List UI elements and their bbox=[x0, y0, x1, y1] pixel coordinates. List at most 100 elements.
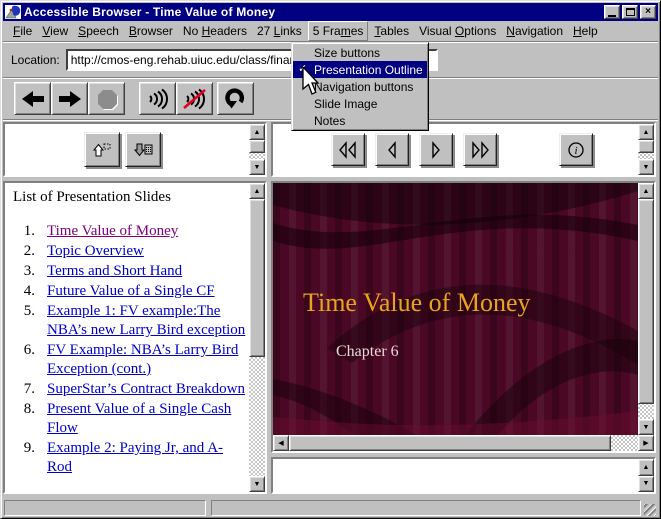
up-arrow-icon: ▲ bbox=[643, 464, 650, 471]
slide-link[interactable]: Terms and Short Hand bbox=[47, 262, 182, 281]
close-button[interactable]: × bbox=[640, 5, 656, 19]
scroll-down-button[interactable]: ▼ bbox=[638, 476, 654, 493]
first-slide-button[interactable] bbox=[331, 133, 365, 166]
slide-link[interactable]: Time Value of Money bbox=[47, 222, 178, 241]
list-item: 6.FV Example: NBA’s Larry Bird Exception… bbox=[13, 341, 247, 379]
menu-item-links[interactable]: 27 Links bbox=[253, 22, 306, 40]
slide-list: 1.Time Value of Money 2.Topic Overview 3… bbox=[13, 222, 247, 477]
status-panel-left bbox=[4, 500, 206, 516]
scroll-track[interactable] bbox=[249, 357, 265, 476]
scroll-thumb[interactable] bbox=[249, 199, 265, 357]
reload-button[interactable] bbox=[217, 82, 254, 115]
notes-scrollbar[interactable]: ▲ ▼ bbox=[638, 459, 654, 492]
app-icon bbox=[5, 5, 21, 19]
scroll-track[interactable] bbox=[611, 435, 638, 451]
list-item-number: 1. bbox=[13, 222, 47, 241]
scroll-down-button[interactable]: ▼ bbox=[638, 159, 654, 175]
info-button[interactable]: i bbox=[559, 133, 593, 166]
scroll-up-button[interactable]: ▲ bbox=[249, 183, 265, 199]
outline-scrollbar[interactable]: ▲ ▼ bbox=[249, 183, 265, 492]
minimize-icon bbox=[608, 15, 616, 17]
next-slide-button[interactable] bbox=[419, 133, 453, 166]
slide-link[interactable]: FV Example: NBA’s Larry Bird Exception (… bbox=[47, 341, 247, 379]
list-item-number: 9. bbox=[13, 439, 47, 477]
slide-horizontal-scrollbar[interactable]: ◀ ▶ bbox=[273, 435, 654, 451]
scroll-down-button[interactable]: ▼ bbox=[638, 419, 654, 435]
scroll-up-button[interactable]: ▲ bbox=[638, 124, 654, 140]
scroll-track[interactable] bbox=[638, 404, 654, 419]
menu-item-help[interactable]: Help bbox=[569, 22, 602, 40]
maximize-button[interactable] bbox=[622, 5, 638, 19]
menu-item-view[interactable]: View bbox=[38, 22, 72, 40]
list-item: 7.SuperStar’s Contract Breakdown bbox=[13, 380, 247, 399]
mouse-cursor bbox=[302, 67, 322, 97]
slide-link[interactable]: Present Value of a Single Cash Flow bbox=[47, 400, 247, 438]
notes-content[interactable] bbox=[273, 459, 638, 492]
scroll-right-button[interactable]: ▶ bbox=[638, 435, 654, 451]
speech-waves-icon bbox=[145, 88, 171, 110]
title-bar[interactable]: Accessible Browser - Time Value of Money… bbox=[3, 3, 658, 21]
list-item: 2.Topic Overview bbox=[13, 242, 247, 261]
notes-frame: ▲ ▼ bbox=[271, 457, 656, 494]
menu-item-speech[interactable]: Speech bbox=[74, 22, 123, 40]
list-item: 8.Present Value of a Single Cash Flow bbox=[13, 400, 247, 438]
slide-link[interactable]: Topic Overview bbox=[47, 242, 144, 261]
reload-arrow-icon bbox=[224, 87, 248, 111]
menu-item-frames[interactable]: 5 Frames bbox=[308, 21, 369, 41]
slide-link[interactable]: Example 1: FV example:The NBA’s new Larr… bbox=[47, 302, 247, 340]
scroll-thumb[interactable] bbox=[249, 140, 265, 153]
size-frame-scrollbar[interactable]: ▲ ▼ bbox=[249, 124, 265, 175]
decrease-frame-size-button[interactable] bbox=[125, 132, 161, 167]
menu-item-browser[interactable]: Browser bbox=[125, 22, 177, 40]
frames-menu-item-slide-image[interactable]: Slide Image bbox=[293, 95, 427, 112]
scroll-up-button[interactable]: ▲ bbox=[638, 459, 654, 476]
mute-button[interactable] bbox=[176, 82, 213, 115]
menu-item-file[interactable]: File bbox=[9, 22, 36, 40]
up-arrow-icon: ▲ bbox=[643, 188, 650, 195]
list-item-number: 8. bbox=[13, 400, 47, 438]
outline-content: List of Presentation Slides 1.Time Value… bbox=[5, 183, 249, 492]
scroll-up-button[interactable]: ▲ bbox=[249, 124, 265, 140]
menu-item-tables[interactable]: Tables bbox=[370, 22, 413, 40]
scroll-down-button[interactable]: ▼ bbox=[249, 159, 265, 175]
scroll-thumb[interactable] bbox=[638, 199, 654, 404]
list-item: 5.Example 1: FV example:The NBA’s new La… bbox=[13, 302, 247, 340]
resize-grip[interactable] bbox=[644, 504, 656, 516]
mute-speech-icon bbox=[182, 88, 208, 110]
double-right-arrow-icon bbox=[469, 140, 491, 160]
scroll-down-button[interactable]: ▼ bbox=[249, 476, 265, 492]
menu-item-visual-options[interactable]: Visual Options bbox=[415, 22, 500, 40]
double-left-arrow-icon bbox=[337, 140, 359, 160]
status-panel-right bbox=[211, 500, 641, 516]
minimize-button[interactable] bbox=[604, 5, 620, 19]
forward-button[interactable] bbox=[51, 82, 88, 115]
slide-vertical-scrollbar[interactable]: ▲ ▼ bbox=[638, 183, 654, 435]
back-button[interactable] bbox=[14, 82, 51, 115]
slide-link[interactable]: SuperStar’s Contract Breakdown bbox=[47, 380, 245, 399]
status-bar bbox=[3, 498, 658, 518]
scroll-thumb[interactable] bbox=[289, 435, 611, 451]
last-slide-button[interactable] bbox=[463, 133, 497, 166]
list-item-number: 7. bbox=[13, 380, 47, 399]
speech-button[interactable] bbox=[139, 82, 176, 115]
frames-area: ▲ ▼ bbox=[3, 120, 658, 498]
slide-link[interactable]: Example 2: Paying Jr, and A-Rod bbox=[47, 439, 247, 477]
list-item: 4.Future Value of a Single CF bbox=[13, 282, 247, 301]
scroll-left-button[interactable]: ◀ bbox=[273, 435, 289, 451]
scroll-thumb[interactable] bbox=[638, 140, 654, 153]
stop-button[interactable] bbox=[88, 82, 125, 115]
slide-link[interactable]: Future Value of a Single CF bbox=[47, 282, 215, 301]
stop-octagon-icon bbox=[95, 87, 119, 111]
right-arrow-icon: ▶ bbox=[643, 439, 648, 447]
maximize-icon bbox=[626, 8, 635, 16]
increase-frame-size-button[interactable] bbox=[84, 132, 120, 167]
slide-image[interactable]: Time Value of Money Chapter 6 bbox=[273, 183, 638, 435]
frames-menu-item-notes[interactable]: Notes bbox=[293, 112, 427, 129]
menu-item-no-headers[interactable]: No Headers bbox=[179, 22, 251, 40]
frames-menu-item-size-buttons[interactable]: Size buttons bbox=[293, 44, 427, 61]
nav-frame-scrollbar[interactable]: ▲ ▼ bbox=[638, 124, 654, 175]
scroll-up-button[interactable]: ▲ bbox=[638, 183, 654, 199]
previous-slide-button[interactable] bbox=[375, 133, 409, 166]
menu-item-navigation[interactable]: Navigation bbox=[502, 22, 567, 40]
slide-image-frame: Time Value of Money Chapter 6 ▲ ▼ ◀ bbox=[271, 181, 656, 453]
